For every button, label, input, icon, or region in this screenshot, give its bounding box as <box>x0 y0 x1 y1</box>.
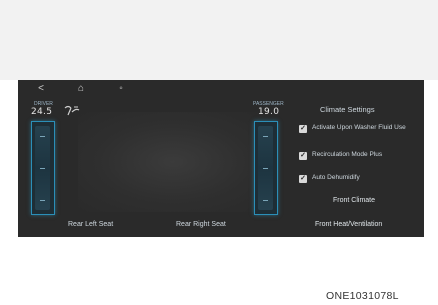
driver-temp-slider-track <box>35 126 50 210</box>
screen-background <box>78 112 268 212</box>
option-label: Recirculation Mode Plus <box>312 151 383 158</box>
slider-tick <box>40 136 45 137</box>
front-heat-ventilation-button[interactable]: Front Heat/Ventilation <box>315 221 382 228</box>
passenger-temp-slider-track <box>258 126 273 210</box>
option-washer-fluid[interactable]: ✓ Activate Upon Washer Fluid Use <box>299 124 419 140</box>
image-code: ONE1031078L <box>326 290 399 302</box>
more-icon[interactable]: ◦ <box>114 82 128 96</box>
nav-bar: < ⌂ ◦ <box>18 80 424 98</box>
climate-screen: < ⌂ ◦ DRIVER 24.5 PASSENGER 19.0 Climate… <box>18 80 424 237</box>
passenger-temp-slider[interactable] <box>254 121 278 215</box>
option-auto-dehumidify[interactable]: ✓ Auto Dehumidify <box>299 174 419 190</box>
slider-tick <box>263 168 268 169</box>
rear-left-seat-button[interactable]: Rear Left Seat <box>68 221 113 228</box>
checkbox-checked-icon[interactable]: ✓ <box>299 175 307 183</box>
driver-temp-value: 24.5 <box>31 107 53 117</box>
top-margin <box>0 0 438 80</box>
slider-tick <box>263 136 268 137</box>
back-icon[interactable]: < <box>34 82 48 96</box>
slider-tick <box>40 168 45 169</box>
slider-tick <box>263 200 268 201</box>
option-label: Auto Dehumidify <box>312 174 360 181</box>
passenger-temp-value: 19.0 <box>258 107 280 117</box>
front-climate-button[interactable]: Front Climate <box>333 197 375 204</box>
slider-tick <box>40 200 45 201</box>
option-recirculation[interactable]: ✓ Recirculation Mode Plus <box>299 151 419 167</box>
climate-settings-title: Climate Settings <box>320 105 375 114</box>
checkbox-checked-icon[interactable]: ✓ <box>299 125 307 133</box>
home-icon[interactable]: ⌂ <box>74 82 88 96</box>
option-label: Activate Upon Washer Fluid Use <box>312 124 406 131</box>
driver-temp-slider[interactable] <box>31 121 55 215</box>
fan-icon[interactable] <box>62 104 82 118</box>
checkbox-checked-icon[interactable]: ✓ <box>299 152 307 160</box>
rear-right-seat-button[interactable]: Rear Right Seat <box>176 221 226 228</box>
